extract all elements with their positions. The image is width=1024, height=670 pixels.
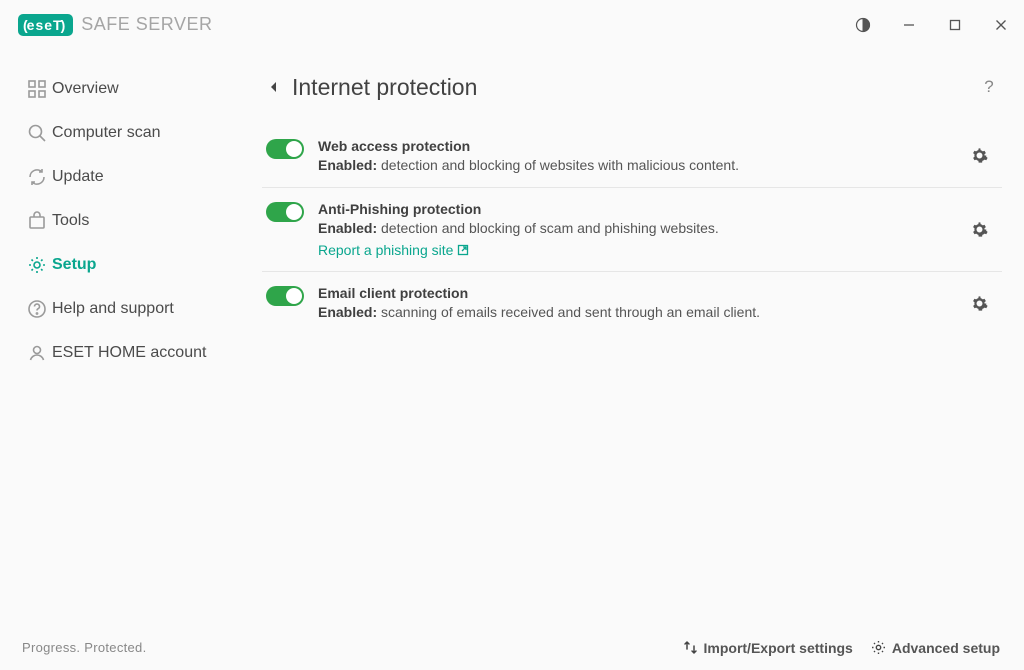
help-icon xyxy=(22,299,52,319)
sidebar-item-setup[interactable]: Setup xyxy=(0,243,252,287)
minimize-button[interactable] xyxy=(886,0,932,49)
footer: Progress. Protected. Import/Export setti… xyxy=(0,625,1024,670)
sidebar-item-label: Overview xyxy=(52,80,119,98)
import-export-button[interactable]: Import/Export settings xyxy=(683,640,853,656)
status-label: Enabled: xyxy=(318,157,377,173)
settings-list: Web access protection Enabled: detection… xyxy=(262,125,1002,334)
gear-icon xyxy=(22,255,52,275)
setting-title: Anti-Phishing protection xyxy=(318,200,966,219)
user-icon xyxy=(22,343,52,363)
search-icon xyxy=(22,123,52,143)
back-button[interactable] xyxy=(262,76,284,98)
sidebar-item-label: Computer scan xyxy=(52,124,161,142)
sidebar-item-home-account[interactable]: ESET HOME account xyxy=(0,331,252,375)
sidebar-item-label: Tools xyxy=(52,212,89,230)
toggle-web-access[interactable] xyxy=(266,139,304,159)
setting-web-access: Web access protection Enabled: detection… xyxy=(262,125,1002,188)
setting-description: detection and blocking of scam and phish… xyxy=(381,220,719,236)
tools-icon xyxy=(22,211,52,231)
page-title: Internet protection xyxy=(292,74,477,101)
toggle-email-client[interactable] xyxy=(266,286,304,306)
sidebar-item-label: Help and support xyxy=(52,300,174,318)
context-help-button[interactable]: ? xyxy=(976,74,1002,100)
refresh-icon xyxy=(22,167,52,187)
sidebar-item-update[interactable]: Update xyxy=(0,155,252,199)
sidebar-item-overview[interactable]: Overview xyxy=(0,67,252,111)
settings-gear-button[interactable] xyxy=(966,284,992,322)
status-label: Enabled: xyxy=(318,304,377,320)
status-label: Enabled: xyxy=(318,220,377,236)
maximize-button[interactable] xyxy=(932,0,978,49)
setting-email-client: Email client protection Enabled: scannin… xyxy=(262,272,1002,334)
sidebar-item-label: Setup xyxy=(52,256,96,274)
toggle-anti-phishing[interactable] xyxy=(266,202,304,222)
setting-anti-phishing: Anti-Phishing protection Enabled: detect… xyxy=(262,188,1002,273)
titlebar: eseT SAFE SERVER xyxy=(0,0,1024,49)
main-panel: Internet protection ? Web access protect… xyxy=(252,49,1024,625)
setting-description: scanning of emails received and sent thr… xyxy=(381,304,760,320)
product-name: SAFE SERVER xyxy=(81,14,212,35)
brand-logo: eseT xyxy=(18,14,73,36)
slogan: Progress. Protected. xyxy=(22,640,147,655)
window-controls xyxy=(840,0,1024,49)
sidebar-item-label: ESET HOME account xyxy=(52,344,206,362)
sidebar-item-help[interactable]: Help and support xyxy=(0,287,252,331)
settings-gear-button[interactable] xyxy=(966,200,992,260)
advanced-setup-button[interactable]: Advanced setup xyxy=(871,640,1000,656)
sidebar-item-label: Update xyxy=(52,168,104,186)
contrast-icon[interactable] xyxy=(840,0,886,49)
setting-title: Web access protection xyxy=(318,137,966,156)
settings-gear-button[interactable] xyxy=(966,137,992,175)
setting-title: Email client protection xyxy=(318,284,966,303)
sidebar-item-computer-scan[interactable]: Computer scan xyxy=(0,111,252,155)
sidebar: Overview Computer scan Update Tools Setu… xyxy=(0,49,252,625)
close-button[interactable] xyxy=(978,0,1024,49)
report-phishing-link[interactable]: Report a phishing site xyxy=(318,241,469,260)
sidebar-item-tools[interactable]: Tools xyxy=(0,199,252,243)
setting-description: detection and blocking of websites with … xyxy=(381,157,739,173)
overview-icon xyxy=(22,79,52,99)
